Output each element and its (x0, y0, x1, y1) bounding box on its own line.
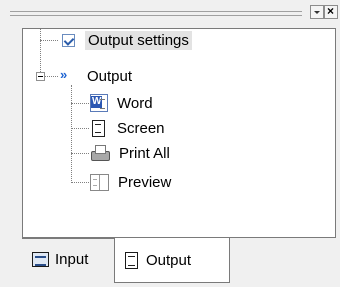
close-icon[interactable]: × (324, 4, 338, 19)
tree-item-label: Preview (118, 173, 172, 191)
tree-item-label: Output (87, 67, 133, 85)
tree-connector-children (71, 85, 72, 183)
tab-label: Output (146, 251, 192, 269)
print-preview-icon (90, 173, 109, 191)
tree-item-label: Output settings (85, 30, 192, 50)
tree-connector-outer (40, 40, 41, 72)
titlebar-grip-line (10, 15, 302, 16)
collapse-expander-icon[interactable] (36, 72, 45, 81)
tree-item-screen[interactable]: Screen (90, 117, 168, 139)
tree-item-label: Screen (117, 119, 165, 137)
panel-titlebar: × (0, 0, 340, 28)
tree-connector-root (40, 29, 41, 40)
tab-label: Input (55, 250, 89, 268)
checkbox-icon[interactable] (62, 33, 75, 47)
panel-tab-strip: Input Output (22, 238, 340, 287)
tree-connector-word (71, 103, 89, 104)
tree-connector-print (71, 153, 89, 154)
tree-item-output[interactable]: » Output (60, 65, 135, 87)
tree-item-word[interactable]: Word (90, 92, 156, 114)
tree-item-output-settings[interactable]: Output settings (60, 29, 192, 51)
printer-icon (90, 144, 110, 162)
tree-item-label: Word (117, 94, 153, 112)
output-tree-panel: Output settings » Output Word Screen Pri… (22, 28, 336, 238)
tab-input[interactable]: Input (22, 238, 114, 280)
word-document-icon (90, 94, 108, 112)
tree-connector-screen (71, 128, 89, 129)
output-document-icon (125, 251, 138, 269)
double-chevron-icon: » (60, 67, 67, 82)
tree-connector-root-h (40, 40, 58, 41)
document-icon (92, 119, 105, 137)
tree-item-label: Print All (119, 144, 170, 162)
titlebar-grip[interactable] (10, 11, 302, 12)
chevron-down-icon[interactable] (310, 5, 324, 19)
tree-item-print-all[interactable]: Print All (90, 142, 173, 164)
tree-item-preview[interactable]: Preview (90, 171, 174, 193)
tab-output[interactable]: Output (114, 238, 230, 283)
tree-connector-preview (71, 182, 89, 183)
tree-connector-output-h (45, 76, 58, 77)
input-form-icon (32, 251, 49, 267)
